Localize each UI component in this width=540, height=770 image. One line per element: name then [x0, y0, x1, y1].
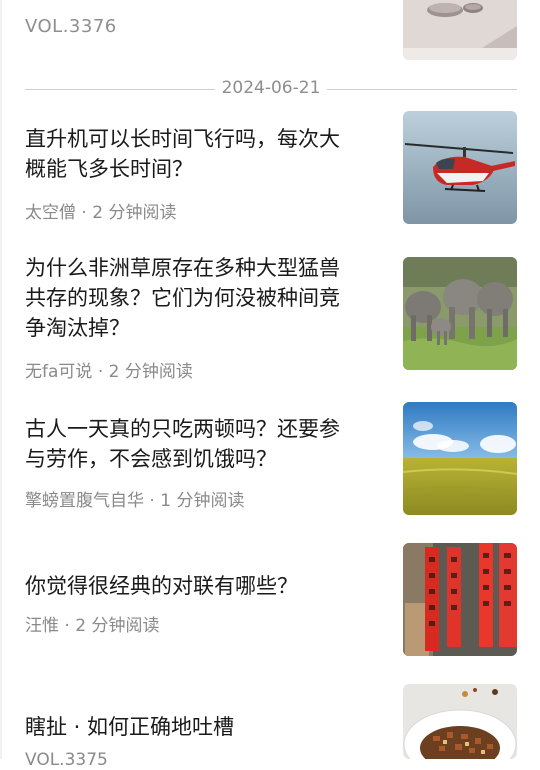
article-title-line: 古人一天真的只吃两顿吗？还要参: [25, 417, 340, 441]
article-read-time: 2 分钟阅读: [75, 616, 160, 636]
article-title-line: 共存的现象？它们为何没被种间竞: [25, 286, 340, 310]
article-item-two-meals[interactable]: 古人一天真的只吃两顿吗？还要参 与劳作，不会感到饥饿吗？ 擎螃置腹气自华 · 1…: [0, 402, 540, 520]
article-item-helicopter[interactable]: 直升机可以长时间飞行吗，每次大 概能飞多长时间？ 太空僧 · 2 分钟阅读: [0, 110, 540, 228]
elephants-image: [403, 257, 517, 370]
article-title-line: 与劳作，不会感到饥饿吗？: [25, 447, 277, 471]
coins-image: [403, 0, 517, 60]
article-read-time: 1 分钟阅读: [160, 491, 245, 511]
article-title: 直升机可以长时间飞行吗，每次大 概能飞多长时间？: [25, 124, 377, 184]
article-title-line: 为什么非洲草原存在多种大型猛兽: [25, 256, 340, 280]
wheat-field-image: [403, 402, 517, 515]
article-meta: 擎螃置腹气自华 · 1 分钟阅读: [25, 486, 244, 511]
article-author: 无fa可说: [25, 362, 93, 382]
meta-separator: ·: [64, 616, 70, 636]
article-item-savanna[interactable]: 为什么非洲草原存在多种大型猛兽 共存的现象？它们为何没被种间竞 争淘汰掉？ 无f…: [0, 253, 540, 382]
previous-issue-vol-label: VOL.3376: [25, 16, 117, 37]
article-author: 擎螃置腹气自华: [25, 491, 144, 511]
article-author: 汪惟: [25, 616, 59, 636]
article-meta: 太空僧 · 2 分钟阅读: [25, 198, 176, 223]
couplets-image: [403, 543, 517, 656]
meta-separator: ·: [81, 203, 87, 223]
food-bowl-image: [403, 684, 517, 759]
meta-separator: ·: [149, 491, 155, 511]
article-item-complaints[interactable]: 瞎扯 · 如何正确地吐槽 VOL.3375: [0, 684, 540, 770]
article-meta: 汪惟 · 2 分钟阅读: [25, 611, 159, 636]
article-title: 为什么非洲草原存在多种大型猛兽 共存的现象？它们为何没被种间竞 争淘汰掉？: [25, 253, 377, 343]
article-author: 太空僧: [25, 203, 76, 223]
article-read-time: 2 分钟阅读: [92, 203, 177, 223]
meta-separator: ·: [97, 362, 104, 382]
article-title-line: 概能飞多长时间？: [25, 157, 193, 181]
article-title-line: 瞎扯 · 如何正确地吐槽: [25, 715, 235, 739]
date-divider: 2024-06-21: [25, 76, 517, 102]
helicopter-image: [403, 111, 517, 224]
issue-date: 2024-06-21: [221, 78, 321, 98]
article-title: 古人一天真的只吃两顿吗？还要参 与劳作，不会感到饥饿吗？: [25, 414, 377, 474]
article-title-line: 争淘汰掉？: [25, 316, 130, 340]
article-title: 瞎扯 · 如何正确地吐槽: [25, 712, 377, 742]
article-read-time: 2 分钟阅读: [108, 362, 193, 382]
article-title-line: 直升机可以长时间飞行吗，每次大: [25, 127, 340, 151]
article-title: 你觉得很经典的对联有哪些？: [25, 571, 377, 601]
article-item-couplets[interactable]: 你觉得很经典的对联有哪些？ 汪惟 · 2 分钟阅读: [0, 543, 540, 661]
article-meta: 无fa可说 · 2 分钟阅读: [25, 357, 193, 382]
divider-line-right: [327, 89, 517, 90]
partial-vol-label: VOL.3375: [25, 750, 108, 770]
article-title-line: 你觉得很经典的对联有哪些？: [25, 574, 298, 598]
divider-line-left: [25, 89, 215, 90]
